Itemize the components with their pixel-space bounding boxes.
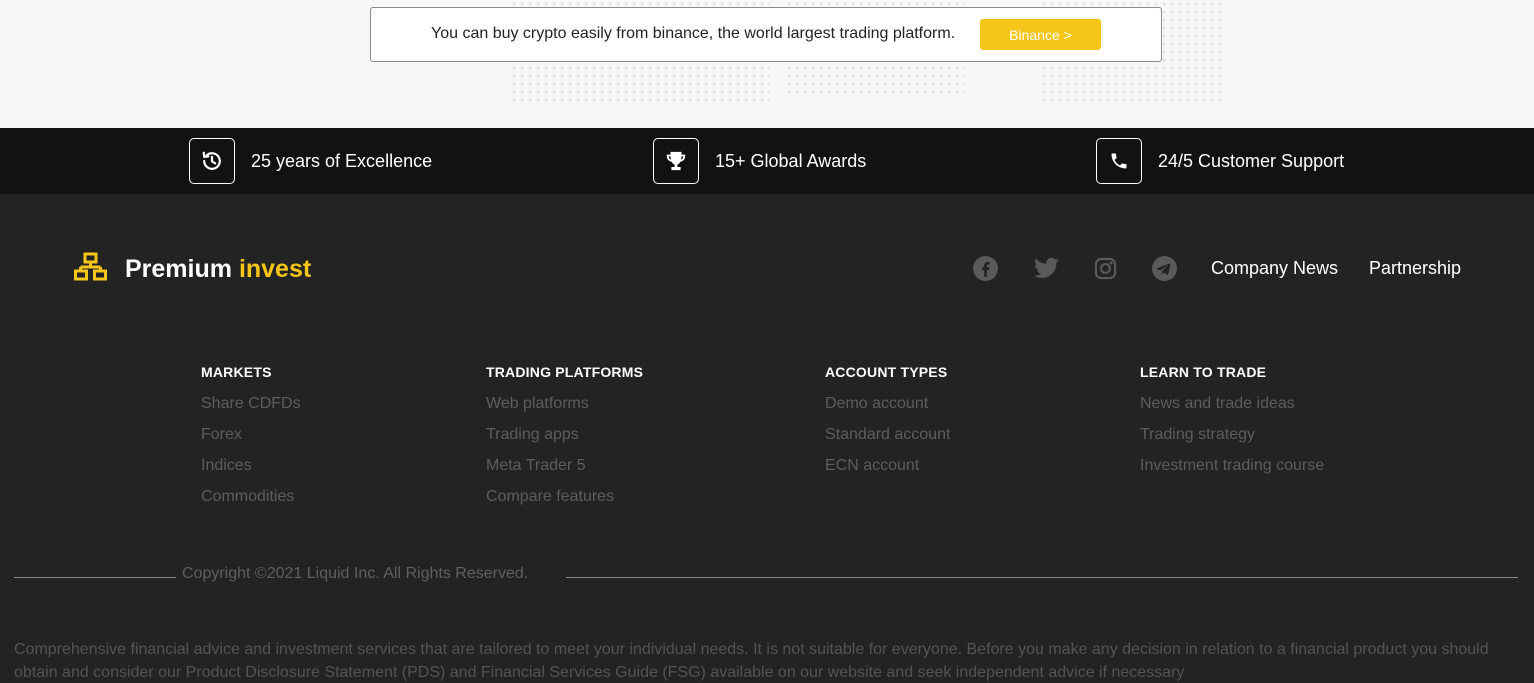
divider [566, 577, 1518, 578]
binance-notice: You can buy crypto easily from binance, … [370, 7, 1162, 62]
feature-awards: 15+ Global Awards [653, 138, 866, 184]
telegram-icon[interactable] [1151, 255, 1177, 281]
footer-link[interactable]: Trading strategy [1140, 426, 1324, 446]
phone-icon [1096, 138, 1142, 184]
column-heading: TRADING PLATFORMS [486, 364, 644, 380]
footer-column-trading-platforms: TRADING PLATFORMS Web platforms Trading … [486, 364, 643, 508]
partnership-link[interactable]: Partnership [1369, 258, 1461, 279]
footer-link[interactable]: Commodities [201, 488, 301, 508]
history-icon [189, 138, 235, 184]
brand-name: Premium invest [125, 255, 311, 284]
notice-text: You can buy crypto easily from binance, … [431, 25, 956, 42]
column-heading: LEARN TO TRADE [1140, 364, 1267, 380]
footer-link[interactable]: ECN account [825, 457, 950, 477]
footer-link[interactable]: Investment trading course [1140, 457, 1324, 477]
top-banner-area: You can buy crypto easily from binance, … [0, 0, 1534, 128]
divider [14, 577, 176, 578]
footer-link[interactable]: Compare features [486, 488, 643, 508]
sitemap-icon [74, 252, 107, 287]
brand-logo[interactable]: Premium invest [74, 252, 311, 287]
footer-link[interactable]: Demo account [825, 395, 950, 415]
binance-button[interactable]: Binance > [980, 19, 1101, 50]
copyright-text: Copyright ©2021 Liquid Inc. All Rights R… [182, 565, 529, 582]
footer-link[interactable]: Forex [201, 426, 301, 446]
footer-column-markets: MARKETS Share CDFDs Forex Indices Commod… [201, 364, 301, 508]
column-heading: MARKETS [201, 364, 272, 380]
brand-name-accent: invest [238, 255, 312, 283]
feature-excellence: 25 years of Excellence [189, 138, 432, 184]
brand-name-main: Premium [125, 255, 232, 283]
facebook-icon[interactable] [972, 255, 998, 281]
footer-link[interactable]: News and trade ideas [1140, 395, 1324, 415]
footer-link[interactable]: Trading apps [486, 426, 643, 446]
footer-link[interactable]: Indices [201, 457, 301, 477]
footer-link[interactable]: Web platforms [486, 395, 643, 415]
footer-column-learn-to-trade: LEARN TO TRADE News and trade ideas Trad… [1140, 364, 1324, 477]
feature-label: 15+ Global Awards [715, 150, 867, 171]
trophy-icon [653, 138, 699, 184]
footer-column-account-types: ACCOUNT TYPES Demo account Standard acco… [825, 364, 950, 477]
twitter-icon[interactable] [1033, 255, 1059, 281]
feature-label: 25 years of Excellence [251, 150, 433, 171]
column-heading: ACCOUNT TYPES [825, 364, 948, 380]
disclaimer-text: Comprehensive financial advice and inves… [14, 641, 1489, 681]
footer-link[interactable]: Standard account [825, 426, 950, 446]
company-news-link[interactable]: Company News [1211, 258, 1338, 279]
footer-link[interactable]: Share CDFDs [201, 395, 301, 415]
footer-link[interactable]: Meta Trader 5 [486, 457, 643, 477]
feature-support: 24/5 Customer Support [1096, 138, 1344, 184]
instagram-icon[interactable] [1092, 255, 1118, 281]
feature-label: 24/5 Customer Support [1158, 150, 1345, 171]
features-strip: 25 years of Excellence 15+ Global Awards… [0, 128, 1534, 194]
